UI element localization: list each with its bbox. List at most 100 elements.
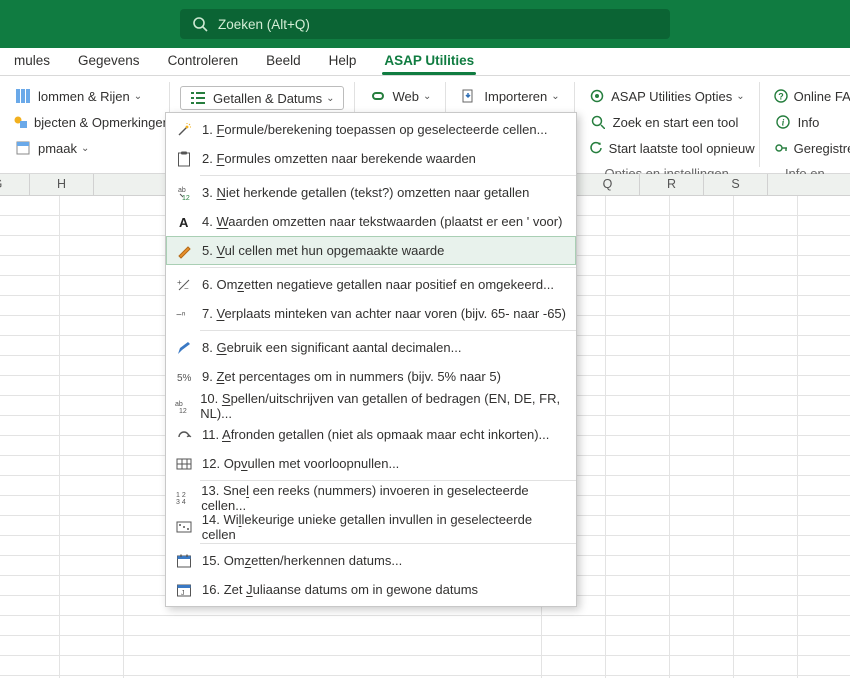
menu-item-label: 12. Opvullen met voorloopnullen... [202, 456, 399, 471]
table-row[interactable] [0, 616, 850, 636]
btn-objecten-opmerkingen[interactable]: bjecten & Opmerkingen⌄ [10, 112, 159, 132]
ribbon-opts-group: ASAP Utilities Opties⌄ Zoek en start een… [575, 82, 760, 167]
convert-num-icon: ab12 [172, 183, 196, 203]
menu-separator [200, 267, 576, 268]
search-box[interactable]: Zoeken (Alt+Q) [180, 9, 670, 39]
round-icon [172, 425, 196, 445]
col-G[interactable]: G [0, 174, 30, 195]
svg-text:+: + [177, 278, 182, 287]
col-R[interactable]: R [640, 174, 704, 195]
btn-opmaak[interactable]: pmaak⌄ [10, 138, 159, 158]
btn-start-laatste[interactable]: Start laatste tool opnieuw [585, 138, 749, 158]
refresh-icon [589, 140, 603, 156]
tab-formulas[interactable]: mules [0, 49, 64, 74]
tab-beeld[interactable]: Beeld [252, 49, 315, 74]
search-small-icon [589, 114, 607, 130]
menu-item-8[interactable]: 8. Gebruik een significant aantal decima… [166, 333, 576, 362]
menu-item-10[interactable]: ab12 10. Spellen/uitschrijven van getalle… [166, 391, 576, 420]
svg-text:−ⁿ: −ⁿ [176, 310, 186, 321]
menu-item-16[interactable]: J 16. Zet Juliaanse datums om in gewone d… [166, 575, 576, 604]
btn-info[interactable]: i Info [770, 112, 840, 132]
col-H[interactable]: H [30, 174, 94, 195]
wand-icon [172, 120, 196, 140]
table-row[interactable] [0, 636, 850, 656]
title-bar: Zoeken (Alt+Q) [0, 0, 850, 48]
menu-item-label: 16. Zet Juliaanse datums om in gewone da… [202, 582, 478, 597]
objects-icon [14, 114, 28, 130]
menu-item-label: 14. Willekeurige unieke getallen invulle… [202, 512, 566, 542]
plusminus-icon: +− [172, 275, 196, 295]
svg-text:1 2: 1 2 [176, 492, 186, 499]
tab-gegevens[interactable]: Gegevens [64, 49, 154, 74]
letter-a-icon: A [172, 212, 196, 232]
btn-asap-options[interactable]: ASAP Utilities Opties⌄ [585, 86, 749, 106]
svg-text:i: i [781, 118, 784, 128]
menu-item-14[interactable]: 14. Willekeurige unieke getallen invulle… [166, 512, 576, 541]
search-icon [192, 16, 208, 32]
julian-icon: J [172, 580, 196, 600]
percent-icon: 5% [172, 367, 196, 387]
menu-item-5[interactable]: 5. Vul cellen met hun opgemaakte waarde [166, 236, 576, 265]
menu-item-label: 3. Niet herkende getallen (tekst?) omzet… [202, 185, 529, 200]
tab-help[interactable]: Help [315, 49, 371, 74]
calendar-icon [172, 551, 196, 571]
svg-text:J: J [181, 590, 185, 597]
tab-asap-utilities[interactable]: ASAP Utilities [370, 49, 488, 74]
menu-item-12[interactable]: 12. Opvullen met voorloopnullen... [166, 449, 576, 478]
import-icon [460, 88, 478, 104]
table-row[interactable] [0, 656, 850, 676]
btn-web[interactable]: Web⌄ [365, 86, 436, 106]
menu-item-13[interactable]: 1 23 413. Snel een reeks (nummers) invoe… [166, 483, 576, 512]
svg-text:ab: ab [175, 401, 183, 408]
svg-text:5%: 5% [177, 373, 192, 384]
col-Q[interactable]: Q [576, 174, 640, 195]
spell-icon: ab12 [172, 396, 194, 416]
col-S[interactable]: S [704, 174, 768, 195]
menu-item-label: 9. Zet percentages om in nummers (bijv. … [202, 369, 501, 384]
menu-item-9[interactable]: 5% 9. Zet percentages om in nummers (bijv… [166, 362, 576, 391]
menu-tabs: mules Gegevens Controleren Beeld Help AS… [0, 48, 850, 76]
btn-getallen-datums[interactable]: Getallen & Datums⌄ [180, 86, 344, 110]
link-icon [369, 88, 387, 104]
menu-item-2[interactable]: 2. Formules omzetten naar berekende waar… [166, 144, 576, 173]
chevron-down-icon: ⌄ [736, 91, 744, 102]
ribbon-left-group: lommen & Rijen⌄ bjecten & Opmerkingen⌄ p… [0, 82, 170, 167]
series-icon: 1 23 4 [172, 488, 195, 508]
menu-item-label: 15. Omzetten/herkennen datums... [202, 553, 402, 568]
menu-separator [200, 480, 576, 481]
clipboard-icon [172, 149, 196, 169]
btn-importeren[interactable]: Importeren⌄ [456, 86, 563, 106]
btn-geregistreerd[interactable]: Geregistre [770, 138, 840, 158]
svg-text:3 4: 3 4 [176, 499, 186, 506]
chevron-down-icon: ⌄ [326, 93, 334, 104]
menu-item-15[interactable]: 15. Omzetten/herkennen datums... [166, 546, 576, 575]
chevron-down-icon: ⌄ [423, 91, 431, 102]
menu-item-7[interactable]: −ⁿ7. Verplaats minteken van achter naar … [166, 299, 576, 328]
menu-item-label: 10. Spellen/uitschrijven van getallen of… [200, 391, 566, 421]
btn-online-faq[interactable]: ? Online FA [770, 86, 840, 106]
svg-text:12: 12 [179, 408, 187, 414]
menu-item-label: 5. Vul cellen met hun opgemaakte waarde [202, 243, 444, 258]
pencil-icon [172, 338, 196, 358]
menu-item-1[interactable]: 1. Formule/berekening toepassen op gesel… [166, 115, 576, 144]
chevron-down-icon: ⌄ [134, 91, 142, 102]
format-icon [14, 140, 32, 156]
brush-icon [172, 241, 196, 261]
list-numbers-icon [189, 90, 207, 106]
menu-item-6[interactable]: +−6. Omzetten negatieve getallen naar po… [166, 270, 576, 299]
info-icon: i [774, 114, 792, 130]
btn-kolommen-rijen[interactable]: lommen & Rijen⌄ [10, 86, 159, 106]
menu-item-label: 1. Formule/berekening toepassen op gesel… [202, 122, 547, 137]
menu-separator [200, 330, 576, 331]
btn-zoek-start[interactable]: Zoek en start een tool [585, 112, 749, 132]
menu-item-11[interactable]: 11. Afronden getallen (niet als opmaak m… [166, 420, 576, 449]
minus-shift-icon: −ⁿ [172, 304, 196, 324]
tab-controleren[interactable]: Controleren [154, 49, 253, 74]
menu-item-4[interactable]: A 4. Waarden omzetten naar tekstwaarden (… [166, 207, 576, 236]
columns-icon [14, 88, 32, 104]
ribbon-help-group: ? Online FA i Info Geregistre Info en [760, 82, 850, 167]
search-placeholder: Zoeken (Alt+Q) [218, 17, 310, 32]
menu-item-3[interactable]: ab12 3. Niet herkende getallen (tekst?) o… [166, 178, 576, 207]
menu-item-label: 4. Waarden omzetten naar tekstwaarden (p… [202, 214, 562, 229]
svg-text:−: − [184, 284, 189, 293]
